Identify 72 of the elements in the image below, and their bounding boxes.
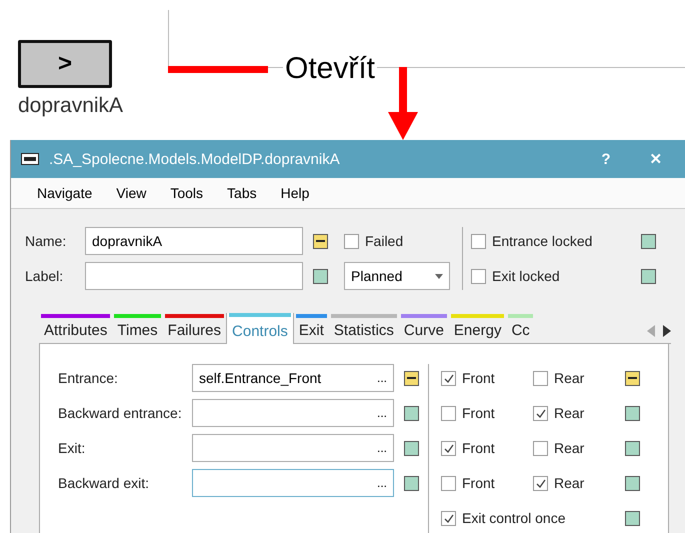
status-indicator[interactable] xyxy=(641,268,656,284)
checkbox[interactable] xyxy=(441,476,456,490)
checkbox[interactable] xyxy=(441,406,456,420)
checkbox-label: Front xyxy=(462,370,495,386)
control-field[interactable]: ... xyxy=(192,434,394,462)
block-label: dopravnikA xyxy=(18,94,124,118)
down-arrow-icon xyxy=(388,67,418,140)
status-indicator[interactable] xyxy=(625,476,640,490)
checkbox[interactable] xyxy=(533,406,548,420)
checkmark-icon xyxy=(536,478,546,488)
menu-item[interactable]: Tools xyxy=(160,185,218,201)
status-indicator[interactable] xyxy=(313,268,328,284)
block-icon[interactable]: > xyxy=(18,40,112,88)
field-label: Label: xyxy=(25,268,64,284)
checkbox[interactable] xyxy=(471,268,486,284)
status-indicator[interactable] xyxy=(625,510,640,526)
checkbox-label: Failed xyxy=(365,233,404,249)
checkbox[interactable] xyxy=(441,370,456,386)
status-indicator[interactable] xyxy=(313,234,328,248)
status-indicator[interactable] xyxy=(625,370,640,386)
browse-button[interactable]: ... xyxy=(376,476,387,490)
control-field[interactable]: ... xyxy=(192,469,394,497)
checkbox-label: Exit control once xyxy=(462,510,566,526)
dropdown-caret-icon xyxy=(435,274,443,278)
status-indicator[interactable] xyxy=(404,406,419,420)
status-indicator[interactable] xyxy=(625,406,640,420)
state-dropdown[interactable]: Planned xyxy=(344,262,450,290)
menu-item[interactable]: Tabs xyxy=(217,185,271,201)
checkbox-label: Rear xyxy=(554,405,584,421)
browse-button[interactable]: ... xyxy=(376,371,387,385)
checkbox-label: Entrance locked xyxy=(492,233,592,249)
checkmark-icon xyxy=(444,374,454,382)
field-label: Exit: xyxy=(58,440,86,456)
checkbox-label: Front xyxy=(462,475,495,491)
name-field[interactable]: dopravnikA xyxy=(85,227,303,255)
status-indicator[interactable] xyxy=(641,234,656,248)
checkbox[interactable] xyxy=(533,370,548,386)
status-indicator[interactable] xyxy=(625,440,640,456)
scroll-right-icon[interactable] xyxy=(663,325,671,337)
field-label: Name: xyxy=(25,233,68,249)
menu-item[interactable]: Navigate xyxy=(27,185,106,201)
menu-item[interactable]: View xyxy=(106,185,160,201)
menu-item[interactable]: Help xyxy=(270,185,324,201)
status-indicator[interactable] xyxy=(404,440,419,456)
control-field[interactable]: ... xyxy=(192,399,394,427)
checkmark-icon xyxy=(444,514,454,522)
checkbox-label: Front xyxy=(462,405,495,421)
checkbox[interactable] xyxy=(471,234,486,248)
checkbox[interactable] xyxy=(533,440,548,456)
label-field[interactable] xyxy=(85,262,303,290)
checkbox-label: Rear xyxy=(554,440,584,456)
checkbox-label: Exit locked xyxy=(492,268,560,284)
window-icon xyxy=(21,153,39,165)
field-label: Entrance: xyxy=(58,370,119,386)
control-field[interactable]: self.Entrance_Front ... xyxy=(192,364,394,392)
field-label: Backward exit: xyxy=(58,475,150,491)
checkbox[interactable] xyxy=(441,510,456,526)
checkmark-icon xyxy=(536,408,546,418)
checkbox[interactable] xyxy=(441,440,456,456)
tab[interactable]: Controls xyxy=(226,313,294,344)
checkbox[interactable] xyxy=(533,476,548,490)
status-indicator[interactable] xyxy=(404,476,419,490)
field-label: Backward entrance: xyxy=(58,405,182,421)
browse-button[interactable]: ... xyxy=(376,406,387,420)
checkmark-icon xyxy=(444,444,454,452)
browse-button[interactable]: ... xyxy=(376,441,387,455)
checkbox-label: Rear xyxy=(554,475,584,491)
window-title: .SA_Spolecne.Models.ModelDP.dopravnikA xyxy=(49,150,341,168)
checkbox-label: Front xyxy=(462,440,495,456)
checkbox-label: Rear xyxy=(554,370,584,386)
status-indicator[interactable] xyxy=(404,370,419,386)
checkbox[interactable] xyxy=(344,234,359,248)
